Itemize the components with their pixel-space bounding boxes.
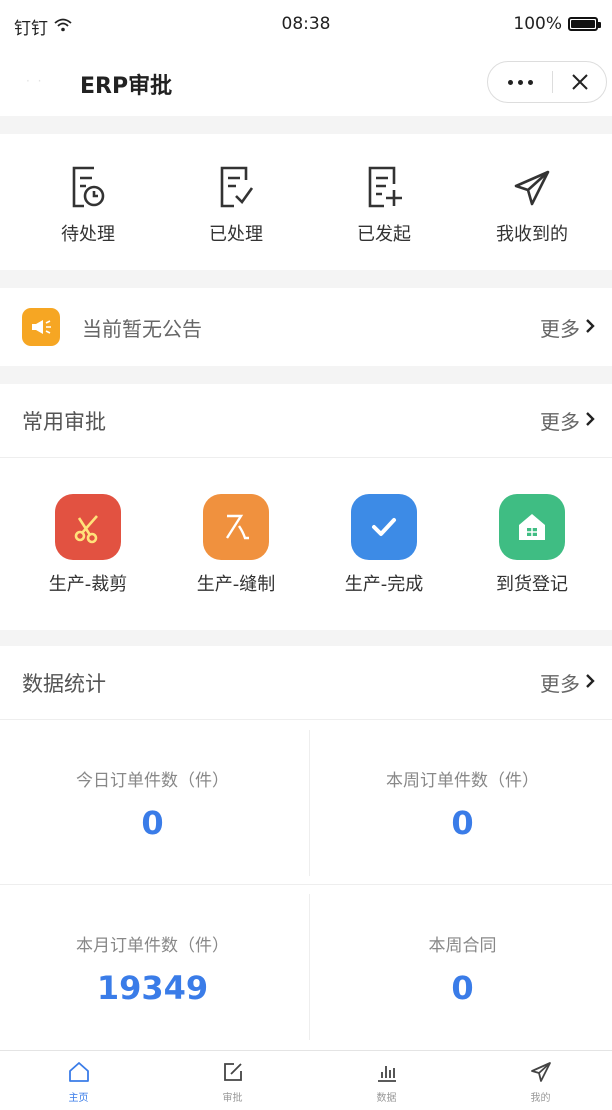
edit-icon [156,1057,309,1087]
tab-label: 主页 [68,1093,89,1104]
common-approvals-more-link[interactable]: 更多 [540,406,596,435]
check-icon [351,494,417,560]
data-statistics-section: 数据统计 更多 今日订单件数（件） 0 本周订单件数（件） 0 本月订单件数（件… [0,646,612,1050]
chevron-right-icon [584,316,596,340]
scissors-icon [55,494,121,560]
title-bar: · · ERP审批 [0,48,612,116]
quick-action-label: 待处理 [61,224,115,245]
paper-plane-icon [458,164,606,210]
quick-action-received[interactable]: 我收到的 [458,164,606,246]
chevron-right-icon [584,409,596,433]
pending-clock-icon [14,164,162,210]
stat-month-orders[interactable]: 本月订单件数（件） 19349 [0,885,305,1049]
initiated-plus-icon [310,164,458,210]
tab-label: 审批 [222,1093,243,1104]
approval-label: 生产-缝制 [196,574,276,595]
quick-actions: 待处理 已处理 已发起 我收到的 [0,134,612,270]
quick-action-label: 已发起 [357,224,411,245]
tab-label: 数据 [376,1093,397,1104]
approval-complete[interactable]: 生产-完成 [310,494,458,596]
chevron-right-icon [584,671,596,695]
quick-action-label: 我收到的 [496,224,568,245]
stat-week-orders[interactable]: 本周订单件数（件） 0 [310,720,612,884]
sewing-icon [203,494,269,560]
stats-column-divider [309,894,310,1040]
more-dots-icon[interactable] [488,62,552,102]
approval-cutting[interactable]: 生产-裁剪 [14,494,162,596]
paper-plane-icon [464,1057,612,1087]
approval-label: 生产-裁剪 [48,574,128,595]
stat-value: 0 [451,804,474,842]
tab-home[interactable]: 主页 [2,1057,155,1104]
stat-week-contracts[interactable]: 本周合同 0 [310,885,612,1049]
approval-sewing[interactable]: 生产-缝制 [162,494,310,596]
page-title: ERP审批 [80,74,173,99]
stats-more-link[interactable]: 更多 [540,668,596,697]
stat-label: 本周合同 [428,936,497,956]
app-logo: · · [26,74,44,88]
tab-data[interactable]: 数据 [310,1057,463,1104]
approval-label: 到货登记 [496,574,568,595]
home-icon [2,1057,155,1087]
bar-chart-icon [310,1057,463,1087]
approval-label: 生产-完成 [344,574,424,595]
quick-action-label: 已处理 [209,224,263,245]
more-label: 更多 [540,410,580,434]
stat-label: 本月订单件数（件） [76,936,229,956]
capsule-divider [552,71,553,93]
common-approvals-section: 常用审批 更多 生产-裁剪 生产-缝制 生产-完成 到货登记 [0,384,612,630]
section-title: 常用审批 [22,410,106,434]
house-icon [499,494,565,560]
tab-approval[interactable]: 审批 [156,1057,309,1104]
status-right: 100% [513,14,601,34]
notice-text: 当前暂无公告 [82,317,202,341]
megaphone-icon [22,308,60,346]
stat-value: 0 [141,804,164,842]
stat-value: 0 [451,969,474,1007]
notice-bar[interactable]: 当前暂无公告 更多 [0,288,612,366]
section-title: 数据统计 [22,672,106,696]
stats-column-divider [309,730,310,876]
processed-check-icon [162,164,310,210]
more-label: 更多 [540,672,580,696]
status-bar: 钉钉 08:38 100% [0,0,612,48]
stat-label: 本周订单件数（件） [386,771,539,791]
stat-label: 今日订单件数（件） [76,771,229,791]
stat-today-orders[interactable]: 今日订单件数（件） 0 [0,720,305,884]
approval-arrival[interactable]: 到货登记 [458,494,606,596]
section-divider [0,457,612,458]
mini-program-capsule [487,61,607,103]
battery-percent: 100% [513,14,562,34]
notice-more-link[interactable]: 更多 [540,313,596,342]
tab-label: 我的 [530,1093,551,1104]
battery-fill [571,20,595,28]
quick-action-pending[interactable]: 待处理 [14,164,162,246]
bottom-tab-bar: 主页 审批 数据 我的 [0,1050,612,1110]
more-label: 更多 [540,317,580,341]
tab-mine[interactable]: 我的 [464,1057,612,1104]
battery-icon [568,17,601,31]
quick-action-processed[interactable]: 已处理 [162,164,310,246]
close-icon[interactable] [554,62,606,102]
quick-action-initiated[interactable]: 已发起 [310,164,458,246]
stat-value: 19349 [96,969,209,1007]
